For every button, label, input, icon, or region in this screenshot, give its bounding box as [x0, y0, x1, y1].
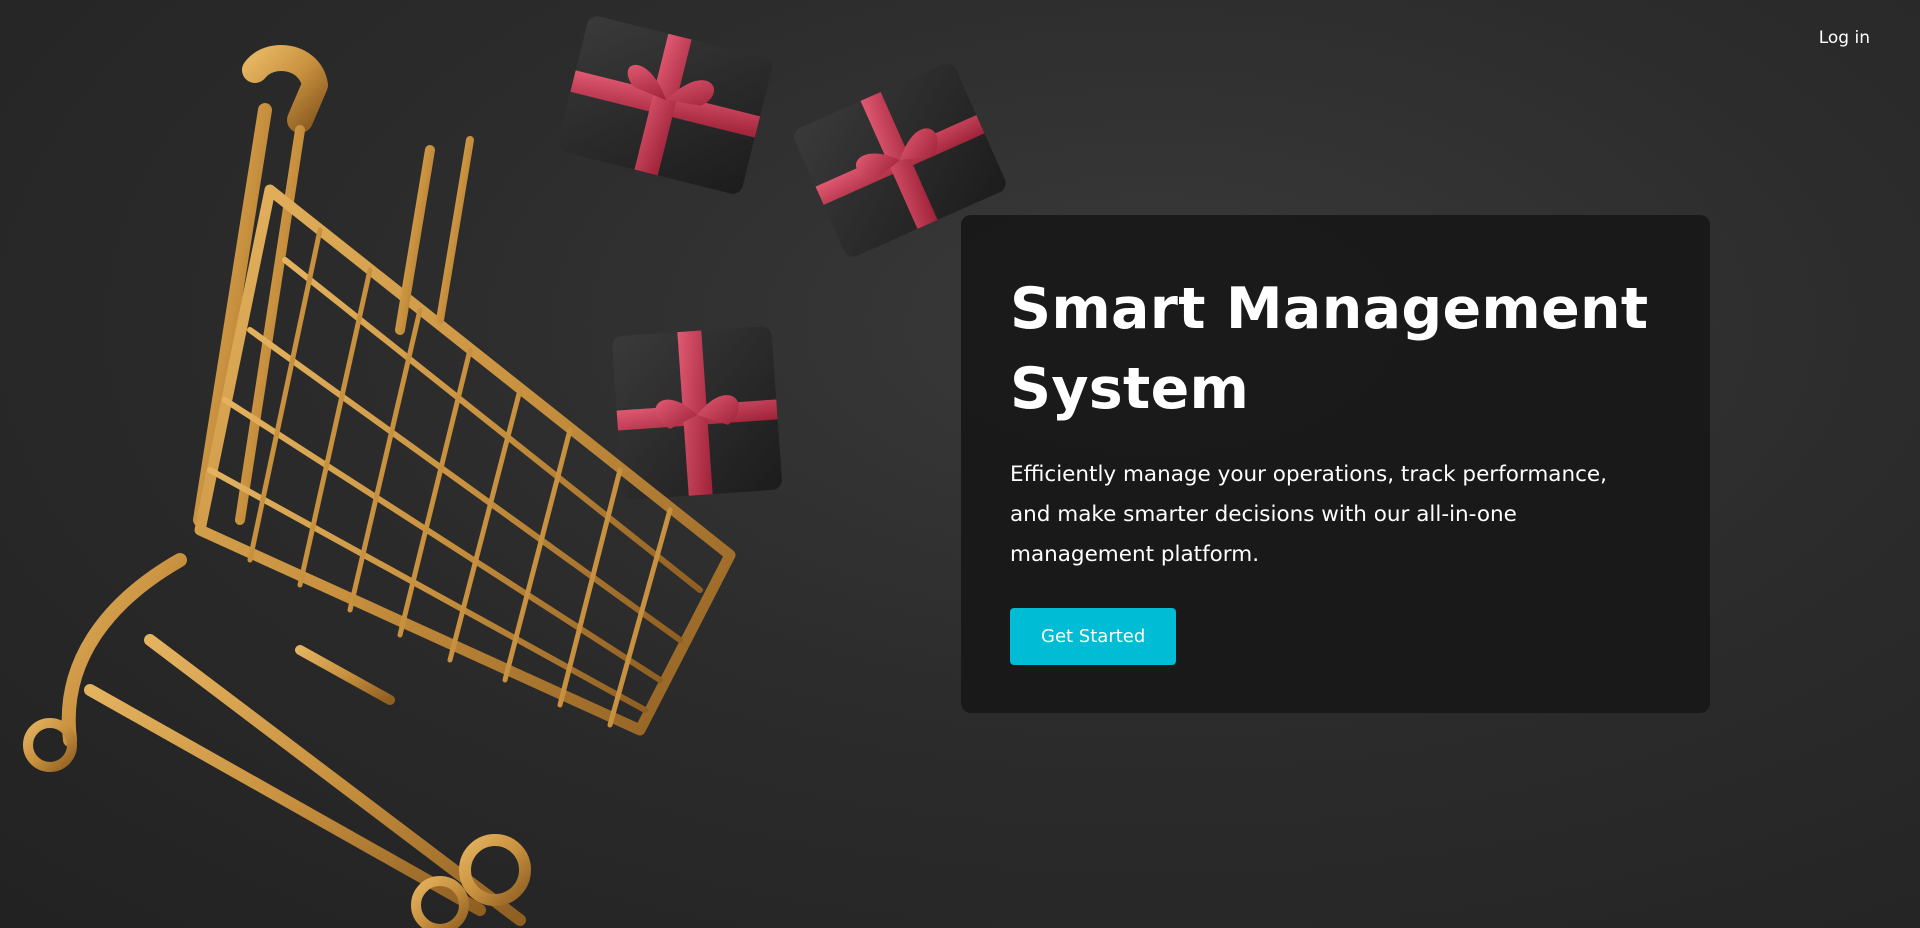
landing-page: Log in Smart Management System Efficient…	[0, 0, 1920, 928]
gift-box-icon	[612, 326, 782, 500]
gift-box-icon	[558, 16, 772, 194]
hero-title: Smart Management System	[1010, 276, 1649, 422]
login-link[interactable]: Log in	[1819, 28, 1870, 48]
hero-illustration	[23, 16, 1006, 928]
get-started-button[interactable]: Get Started	[1010, 608, 1177, 665]
hero-description: Efficiently manage your operations, trac…	[1010, 462, 1607, 567]
hero-card: Smart Management System Efficiently mana…	[961, 215, 1710, 713]
